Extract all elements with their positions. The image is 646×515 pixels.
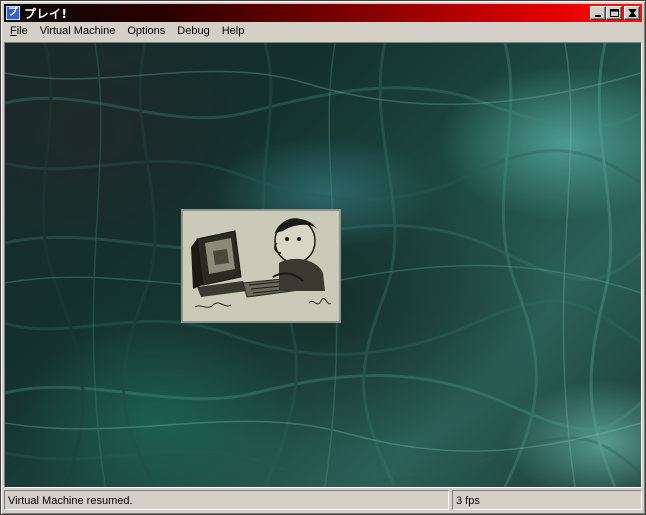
window-title: プレイ! — [24, 6, 68, 21]
title-bar[interactable]: プ プレイ! — [4, 4, 642, 22]
menu-virtual-machine-label: Virtual Machine — [39, 25, 116, 37]
menu-file-accelerator: F — [10, 25, 17, 37]
status-fps: 3 fps — [452, 490, 642, 510]
close-icon — [628, 9, 637, 17]
status-bar: Virtual Machine resumed. 3 fps — [4, 490, 642, 512]
app-window: プ プレイ! File Virtual Machine Options Debu… — [0, 0, 646, 515]
status-message: Virtual Machine resumed. — [4, 490, 449, 510]
menu-options[interactable]: Options — [121, 23, 171, 40]
window-controls — [590, 6, 640, 20]
menu-help[interactable]: Help — [216, 23, 251, 40]
maximize-icon — [610, 9, 619, 17]
maximize-button[interactable] — [606, 6, 622, 20]
menu-debug[interactable]: Debug — [171, 23, 215, 40]
app-icon[interactable]: プ — [6, 6, 20, 20]
computer-user-illustration — [183, 211, 339, 321]
menu-debug-label: Debug — [177, 25, 210, 37]
vm-splash-image — [181, 209, 341, 323]
minimize-icon — [595, 15, 601, 17]
close-button[interactable] — [624, 6, 640, 20]
menu-options-label: Options — [127, 25, 166, 37]
minimize-button[interactable] — [590, 6, 606, 20]
menu-virtual-machine[interactable]: Virtual Machine — [34, 23, 122, 40]
menu-file-label: ile — [16, 25, 28, 37]
vm-display[interactable] — [4, 42, 642, 488]
menu-file[interactable]: File — [4, 23, 34, 40]
menu-help-label: Help — [221, 25, 245, 37]
menu-bar: File Virtual Machine Options Debug Help — [4, 22, 642, 41]
